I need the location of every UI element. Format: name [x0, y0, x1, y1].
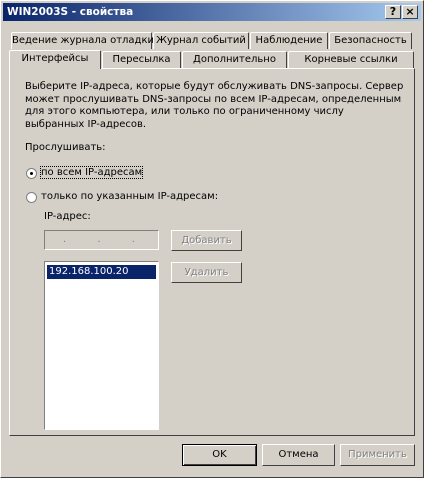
- radio-specified-ip-label[interactable]: только по указанным IP-адресам:: [41, 191, 218, 202]
- remove-button[interactable]: Удалить: [171, 262, 242, 283]
- radio-all-ip-label[interactable]: по всем IP-адресам: [39, 166, 144, 179]
- tab-forwarders[interactable]: Пересылка: [102, 51, 181, 68]
- add-button[interactable]: Добавить: [171, 230, 242, 251]
- tab-interfaces-label: Интерфейсы: [21, 53, 89, 64]
- apply-button[interactable]: Применить: [340, 444, 415, 466]
- cancel-button[interactable]: Отмена: [262, 444, 335, 466]
- tab-security[interactable]: Безопасность: [329, 32, 412, 49]
- tab-interfaces[interactable]: Интерфейсы: [9, 50, 101, 69]
- radio-selected-dot: [30, 172, 33, 175]
- ip-address-label: IP-адрес:: [44, 211, 91, 222]
- ok-button[interactable]: OK: [182, 444, 257, 466]
- radio-all-ip[interactable]: [26, 168, 37, 179]
- description-text: Выберите IP-адреса, которые будут обслуж…: [25, 81, 404, 130]
- help-button[interactable]: ?: [385, 5, 401, 19]
- window-title: WIN2003S - свойства: [7, 6, 134, 18]
- ip-address-list[interactable]: 192.168.100.20: [44, 261, 159, 430]
- list-item[interactable]: 192.168.100.20: [47, 265, 156, 279]
- tab-root-hints[interactable]: Корневые ссылки: [288, 51, 414, 68]
- close-button[interactable]: ×: [402, 5, 418, 19]
- radio-specified-ip[interactable]: [26, 192, 37, 203]
- tab-advanced[interactable]: Дополнительно: [182, 51, 287, 68]
- title-bar[interactable]: WIN2003S - свойства ? ×: [3, 3, 421, 21]
- ip-address-input[interactable]: . . .: [44, 230, 159, 250]
- tab-debug-logging[interactable]: Ведение журнала отладки: [11, 32, 154, 49]
- tab-event-log[interactable]: Журнал событий: [153, 32, 249, 49]
- tab-monitoring[interactable]: Наблюдение: [250, 32, 328, 49]
- listen-label: Прослушивать:: [25, 142, 106, 153]
- properties-window: WIN2003S - свойства ? × Ведение журнала …: [0, 0, 424, 478]
